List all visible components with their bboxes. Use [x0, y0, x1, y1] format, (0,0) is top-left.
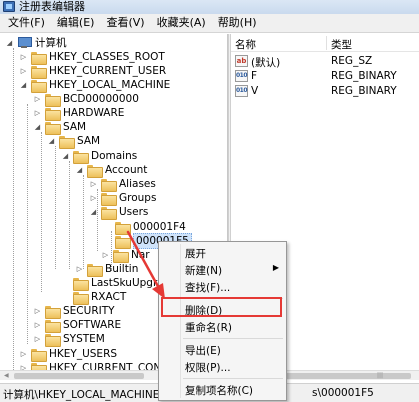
menu-favorites[interactable]: 收藏夹(A)	[151, 14, 212, 32]
folder-icon	[45, 107, 61, 121]
collapse-icon[interactable]: ◢	[89, 208, 98, 217]
folder-icon	[113, 249, 129, 263]
tree-item-account[interactable]: ◢ Account	[75, 163, 147, 178]
collapse-icon[interactable]: ◢	[61, 152, 70, 161]
menu-help[interactable]: 帮助(H)	[212, 14, 263, 32]
folder-icon	[31, 65, 47, 79]
tree-item-groups[interactable]: ▷ Groups	[89, 191, 156, 206]
context-permissions[interactable]: 权限(P)...	[159, 359, 286, 375]
tree-item-lastsku[interactable]: LastSkuUpgr	[61, 276, 157, 291]
expand-icon[interactable]: ▷	[101, 251, 110, 260]
context-expand[interactable]: 展开	[159, 245, 286, 261]
expand-icon[interactable]: ▷	[89, 180, 98, 189]
tree-item-hkcr[interactable]: ▷ HKEY_CLASSES_ROOT	[19, 50, 165, 65]
context-rename[interactable]: 重命名(R)	[159, 319, 286, 335]
context-find[interactable]: 查找(F)...	[159, 279, 286, 295]
menu-view[interactable]: 查看(V)	[100, 14, 150, 32]
value-row-f[interactable]: 010 F REG_BINARY	[231, 69, 419, 84]
delete-highlight-box	[161, 297, 282, 317]
tree-item-names[interactable]: ▷ Nar	[101, 248, 150, 263]
collapse-icon[interactable]: ◢	[75, 166, 84, 175]
collapse-icon[interactable]: ◢	[5, 39, 14, 48]
string-value-icon: ab	[235, 55, 248, 67]
tree-item-system[interactable]: ▷ SYSTEM	[33, 332, 105, 347]
submenu-arrow-icon: ▶	[272, 263, 279, 272]
column-header-type[interactable]: 类型	[331, 37, 352, 52]
folder-icon	[31, 79, 47, 93]
context-menu: 展开 新建(N) ▶ 查找(F)... 删除(D) 重命名(R) 导出(E) 权…	[158, 241, 287, 401]
expand-icon[interactable]: ▷	[19, 67, 28, 76]
expand-icon[interactable]: ▷	[33, 321, 42, 330]
folder-icon	[73, 150, 89, 164]
folder-icon	[101, 178, 117, 192]
folder-icon	[115, 235, 131, 249]
expand-icon[interactable]: ▷	[19, 53, 28, 62]
computer-icon	[17, 37, 32, 49]
context-new[interactable]: 新建(N) ▶	[159, 262, 286, 278]
folder-icon	[73, 277, 89, 291]
folder-icon	[87, 164, 103, 178]
folder-icon	[73, 291, 89, 305]
scroll-grip-icon: |||	[377, 372, 384, 379]
tree-item-000001f4[interactable]: 000001F4	[115, 220, 186, 235]
tree-item-sam-sam[interactable]: ◢ SAM	[47, 134, 100, 149]
menu-bar: 文件(F) 编辑(E) 查看(V) 收藏夹(A) 帮助(H)	[0, 14, 419, 33]
folder-icon	[45, 121, 61, 135]
tree-item-hkcu[interactable]: ▷ HKEY_CURRENT_USER	[19, 64, 166, 79]
tree-item-security[interactable]: ▷ SECURITY	[33, 304, 115, 319]
expand-icon[interactable]: ▷	[89, 194, 98, 203]
folder-icon	[31, 51, 47, 65]
list-header: 名称 类型	[231, 34, 419, 52]
collapse-icon[interactable]: ◢	[33, 123, 42, 132]
value-row-v[interactable]: 010 V REG_BINARY	[231, 84, 419, 99]
expand-icon[interactable]: ▷	[33, 109, 42, 118]
tree-item-aliases[interactable]: ▷ Aliases	[89, 177, 156, 192]
expand-icon[interactable]: ▷	[33, 95, 42, 104]
tree-item-bcd[interactable]: ▷ BCD00000000	[33, 92, 139, 107]
value-row-default[interactable]: ab (默认) REG_SZ	[231, 54, 419, 69]
expand-icon[interactable]: ▷	[33, 335, 42, 344]
window-title: 注册表编辑器	[19, 0, 85, 13]
folder-icon	[31, 348, 47, 362]
column-header-name[interactable]: 名称	[235, 37, 256, 52]
tree-item-users[interactable]: ◢ Users	[89, 205, 148, 220]
tree-item-rxact[interactable]: RXACT	[61, 290, 126, 305]
expand-icon[interactable]: ▷	[75, 265, 84, 274]
tree-item-hklm[interactable]: ◢ HKEY_LOCAL_MACHINE	[19, 78, 170, 93]
collapse-icon[interactable]: ◢	[47, 137, 56, 146]
binary-value-icon: 010	[235, 85, 248, 97]
folder-icon	[45, 333, 61, 347]
scrollbar-thumb[interactable]	[14, 373, 144, 379]
menu-edit[interactable]: 编辑(E)	[51, 14, 101, 32]
expand-icon[interactable]: ▷	[19, 350, 28, 359]
title-bar: 注册表编辑器	[0, 0, 419, 14]
collapse-icon[interactable]: ◢	[19, 81, 28, 90]
folder-icon	[45, 93, 61, 107]
context-export[interactable]: 导出(E)	[159, 342, 286, 358]
tree-item-domains[interactable]: ◢ Domains	[61, 149, 137, 164]
binary-value-icon: 010	[235, 70, 248, 82]
folder-icon	[101, 206, 117, 220]
folder-icon	[115, 221, 131, 235]
context-copy-key-name[interactable]: 复制项名称(C)	[159, 382, 286, 398]
tree-item-hardware[interactable]: ▷ HARDWARE	[33, 106, 124, 121]
status-path-tail: s\000001F5	[312, 387, 374, 399]
folder-icon	[87, 263, 103, 277]
tree-item-sam[interactable]: ◢ SAM	[33, 120, 86, 135]
tree-item-hku[interactable]: ▷ HKEY_USERS	[19, 347, 117, 362]
expand-icon[interactable]: ▷	[33, 307, 42, 316]
registry-editor-icon	[3, 1, 15, 12]
tree-item-software[interactable]: ▷ SOFTWARE	[33, 318, 121, 333]
folder-icon	[59, 135, 75, 149]
folder-icon	[45, 319, 61, 333]
folder-icon	[101, 192, 117, 206]
scroll-left-arrow-icon[interactable]: ◀	[4, 372, 9, 379]
menu-file[interactable]: 文件(F)	[2, 14, 51, 32]
folder-icon	[45, 305, 61, 319]
tree-item-computer[interactable]: ◢ 计算机	[5, 36, 67, 50]
tree-item-builtin[interactable]: ▷ Builtin	[75, 262, 138, 277]
